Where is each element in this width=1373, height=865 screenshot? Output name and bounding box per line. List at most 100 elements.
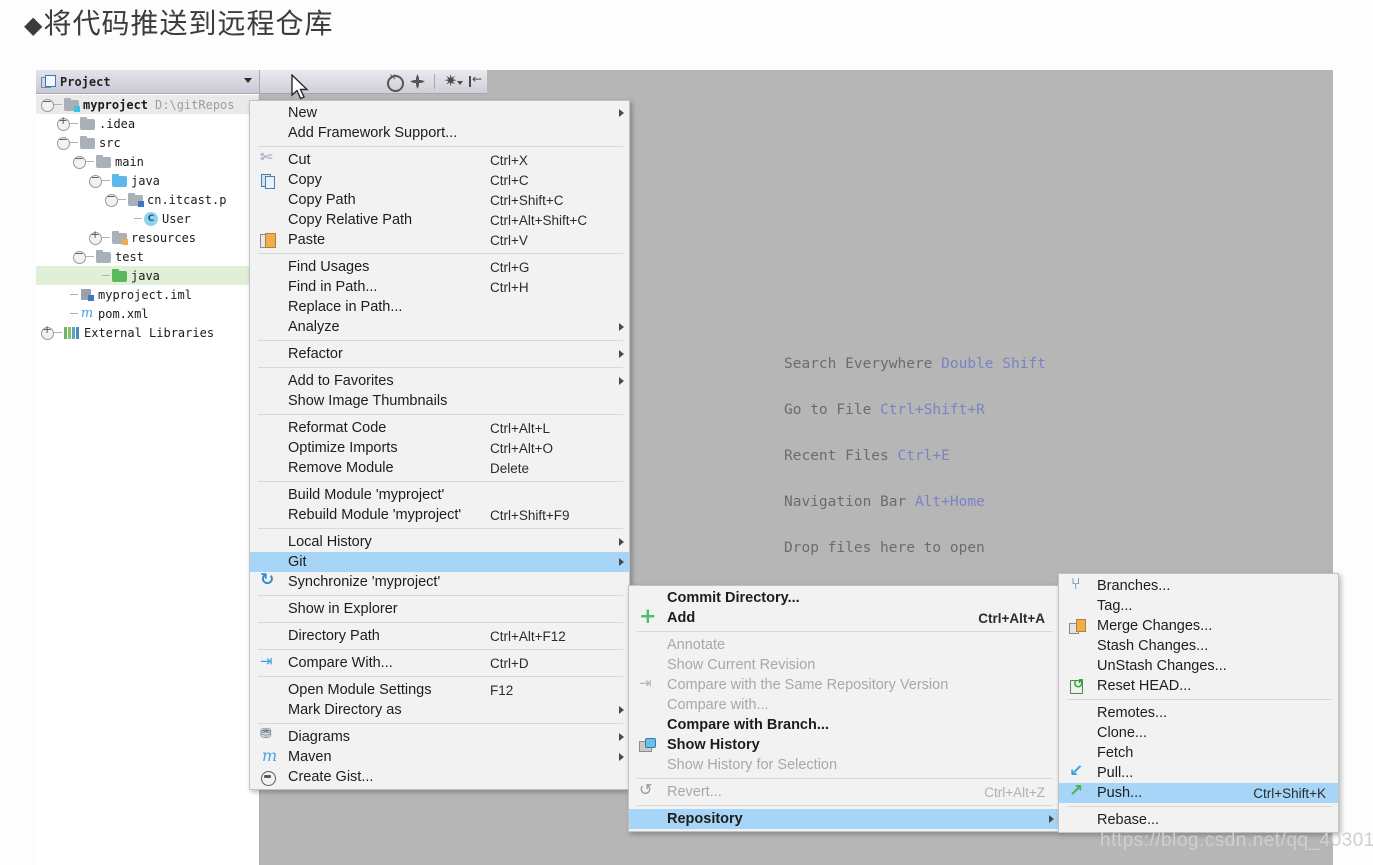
collapse-all-icon[interactable] <box>386 73 404 92</box>
menu-item-clone[interactable]: Clone... <box>1059 723 1338 743</box>
menu-item-maven[interactable]: Maven <box>250 746 629 767</box>
diamond-bullet-icon: ◆ <box>24 11 44 39</box>
tree-node-main[interactable]: main <box>36 152 259 171</box>
expand-plus-icon[interactable] <box>40 323 54 340</box>
menu-item-add-framework-support[interactable]: Add Framework Support... <box>250 123 629 143</box>
menu-separator <box>258 414 623 415</box>
page-title: ◆将代码推送到远程仓库 <box>24 2 333 42</box>
menu-item-stash-changes[interactable]: Stash Changes... <box>1059 636 1338 656</box>
menu-item-rebuild-module-myproject[interactable]: Rebuild Module 'myproject' Ctrl+Shift+F9 <box>250 505 629 525</box>
menu-item-find-in-path[interactable]: Find in Path... Ctrl+H <box>250 277 629 297</box>
menu-item-label: Find in Path... <box>288 279 378 295</box>
expand-minus-icon[interactable] <box>56 133 70 150</box>
tree-node-cn-itcast-p[interactable]: cn.itcast.p <box>36 190 259 209</box>
menu-item-optimize-imports[interactable]: Optimize Imports Ctrl+Alt+O <box>250 438 629 458</box>
menu-item-local-history[interactable]: Local History <box>250 532 629 552</box>
chevron-down-icon[interactable] <box>244 78 252 83</box>
menu-item-label: Add <box>667 610 696 626</box>
tree-connector <box>70 142 78 143</box>
menu-separator <box>637 631 1053 632</box>
menu-item-paste[interactable]: Paste Ctrl+V <box>250 230 629 250</box>
menu-item-refactor[interactable]: Refactor <box>250 344 629 364</box>
menu-item-replace-in-path[interactable]: Replace in Path... <box>250 297 629 317</box>
menu-item-analyze[interactable]: Analyze <box>250 317 629 337</box>
settings-gear-icon[interactable] <box>444 71 463 90</box>
tree-node-src[interactable]: src <box>36 133 259 152</box>
menu-item-copy-relative-path[interactable]: Copy Relative Path Ctrl+Alt+Shift+C <box>250 210 629 230</box>
menu-item-copy-path[interactable]: Copy Path Ctrl+Shift+C <box>250 190 629 210</box>
menu-item-find-usages[interactable]: Find Usages Ctrl+G <box>250 257 629 277</box>
menu-item-label: Cut <box>288 152 311 168</box>
tree-node-test[interactable]: test <box>36 247 259 266</box>
tree-node-myproject[interactable]: myproject D:\gitRepos <box>36 95 259 114</box>
editor-hint-row: Drop files here to open <box>784 525 1046 571</box>
menu-item-tag[interactable]: Tag... <box>1059 596 1338 616</box>
menu-item-add[interactable]: Add Ctrl+Alt+A <box>629 604 1059 628</box>
menu-item-show-history[interactable]: Show History <box>629 735 1059 755</box>
menu-item-label: Paste <box>288 232 326 248</box>
menu-item-show-image-thumbnails[interactable]: Show Image Thumbnails <box>250 391 629 411</box>
menu-item-synchronize-myproject[interactable]: Synchronize 'myproject' <box>250 570 629 592</box>
menu-item-show-in-explorer[interactable]: Show in Explorer <box>250 599 629 619</box>
folder-icon <box>80 116 95 130</box>
menu-item-commit-directory[interactable]: Commit Directory... <box>629 588 1059 608</box>
project-context-menu[interactable]: New Add Framework Support... Cut Ctrl+X Copy… <box>249 100 630 790</box>
tree-node-external-libraries[interactable]: External Libraries <box>36 323 259 342</box>
tree-node-java[interactable]: java <box>36 171 259 190</box>
menu-item-build-module-myproject[interactable]: Build Module 'myproject' <box>250 485 629 505</box>
menu-item-add-to-favorites[interactable]: Add to Favorites <box>250 371 629 391</box>
editor-hint-shortcut: Alt+Home <box>906 494 985 510</box>
menu-item-pull[interactable]: Pull... <box>1059 761 1338 783</box>
tree-node-java[interactable]: java <box>36 266 259 285</box>
tree-node-myproject-iml[interactable]: myproject.iml <box>36 285 259 304</box>
menu-item-compare-with-branch[interactable]: Compare with Branch... <box>629 715 1059 735</box>
hide-panel-icon[interactable] <box>468 72 483 89</box>
expand-minus-icon[interactable] <box>88 171 102 188</box>
menu-item-new[interactable]: New <box>250 103 629 123</box>
expand-plus-icon[interactable] <box>88 228 102 245</box>
menu-item-merge-changes[interactable]: Merge Changes... <box>1059 616 1338 636</box>
menu-item-diagrams[interactable]: Diagrams <box>250 726 629 747</box>
scroll-from-source-icon[interactable] <box>410 74 425 89</box>
menu-item-cut[interactable]: Cut Ctrl+X <box>250 148 629 170</box>
menu-item-git[interactable]: Git <box>250 552 629 572</box>
repository-submenu[interactable]: Branches... Tag... Merge Changes... Stash C… <box>1058 573 1339 833</box>
menu-separator <box>637 805 1053 806</box>
menu-item-copy[interactable]: Copy Ctrl+C <box>250 170 629 190</box>
menu-item-reformat-code[interactable]: Reformat Code Ctrl+Alt+L <box>250 418 629 438</box>
menu-item-fetch[interactable]: Fetch <box>1059 743 1338 763</box>
expand-minus-icon[interactable] <box>72 152 86 169</box>
menu-separator <box>1067 806 1332 807</box>
tree-node-resources[interactable]: resources <box>36 228 259 247</box>
menu-item-create-gist[interactable]: Create Gist... <box>250 767 629 787</box>
expand-minus-icon[interactable] <box>104 190 118 207</box>
tree-node--idea[interactable]: .idea <box>36 114 259 133</box>
expand-minus-icon[interactable] <box>72 247 86 264</box>
screenshot-root: ◆将代码推送到远程仓库 Search Everywhere Double Shi… <box>0 0 1373 865</box>
project-panel-header[interactable]: Project <box>36 70 259 94</box>
menu-item-reset-head[interactable]: Reset HEAD... <box>1059 676 1338 696</box>
menu-item-push[interactable]: Push... Ctrl+Shift+K <box>1059 781 1338 803</box>
expand-plus-icon[interactable] <box>56 114 70 131</box>
menu-item-unstash-changes[interactable]: UnStash Changes... <box>1059 656 1338 676</box>
tree-node-pom-xml[interactable]: m pom.xml <box>36 304 259 323</box>
git-submenu[interactable]: Commit Directory... Add Ctrl+Alt+A Annotate… <box>628 585 1060 832</box>
menu-item-open-module-settings[interactable]: Open Module Settings F12 <box>250 680 629 700</box>
menu-item-remotes[interactable]: Remotes... <box>1059 703 1338 723</box>
menu-item-branches[interactable]: Branches... <box>1059 574 1338 596</box>
menu-item-label: Add to Favorites <box>288 373 394 389</box>
menu-item-compare-with: Compare with... <box>629 695 1059 715</box>
tree-node-user[interactable]: C User <box>36 209 259 228</box>
folder-icon <box>128 192 144 207</box>
project-tree[interactable]: myproject D:\gitRepos .idea src main java cn.i… <box>36 94 259 864</box>
compare-grey-icon <box>639 674 655 693</box>
menu-item-mark-directory-as[interactable]: Mark Directory as <box>250 700 629 720</box>
menu-item-repository[interactable]: Repository <box>629 809 1059 829</box>
menu-item-compare-with[interactable]: Compare With... Ctrl+D <box>250 652 629 673</box>
menu-item-directory-path[interactable]: Directory Path Ctrl+Alt+F12 <box>250 626 629 646</box>
menu-item-rebase[interactable]: Rebase... <box>1059 810 1338 830</box>
editor-hint-row: Search Everywhere Double Shift <box>784 341 1046 387</box>
expand-minus-icon[interactable] <box>40 95 54 112</box>
menu-item-remove-module[interactable]: Remove Module Delete <box>250 458 629 478</box>
editor-hint-label: Drop files here to open <box>784 540 985 556</box>
